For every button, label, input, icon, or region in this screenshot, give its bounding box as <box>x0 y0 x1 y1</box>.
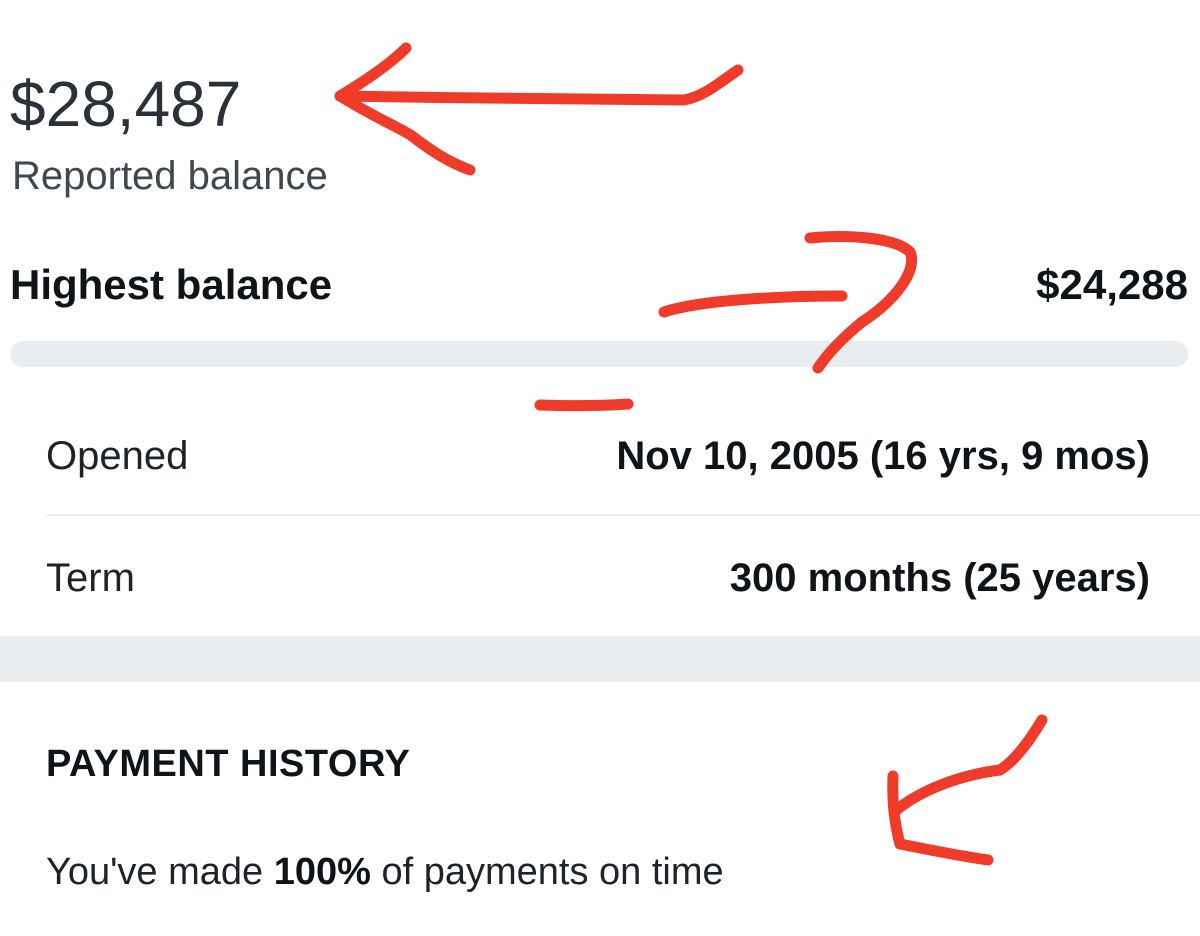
detail-row-opened: Opened Nov 10, 2005 (16 yrs, 9 mos) <box>46 426 1150 486</box>
payment-history-summary: You've made 100% of payments on time <box>46 846 724 898</box>
summary-text-after: of payments on time <box>370 851 724 893</box>
row-divider <box>46 514 1200 516</box>
arrow-left-annotation <box>334 42 744 176</box>
detail-row-term: Term 300 months (25 years) <box>46 548 1150 608</box>
summary-text-before: You've made <box>46 851 274 893</box>
opened-label: Opened <box>46 434 189 478</box>
section-divider-band <box>0 636 1200 682</box>
reported-balance-label: Reported balance <box>12 154 328 198</box>
on-time-percent: 100% <box>273 851 371 893</box>
highest-balance-label: Highest balance <box>10 261 333 308</box>
arrow-payment-annotation <box>887 714 1048 866</box>
term-label: Term <box>46 556 135 600</box>
reported-balance-amount: $28,487 <box>10 68 242 140</box>
account-detail-screen: $28,487 Reported balance Highest balance… <box>0 0 1200 936</box>
term-value: 300 months (25 years) <box>729 556 1150 600</box>
underline-mark-annotation <box>534 398 634 412</box>
opened-value: Nov 10, 2005 (16 yrs, 9 mos) <box>616 434 1150 478</box>
balance-progress-bar <box>10 341 1188 367</box>
payment-history-title: PAYMENT HISTORY <box>46 743 411 785</box>
highest-balance-value: $24,288 <box>1036 261 1188 308</box>
